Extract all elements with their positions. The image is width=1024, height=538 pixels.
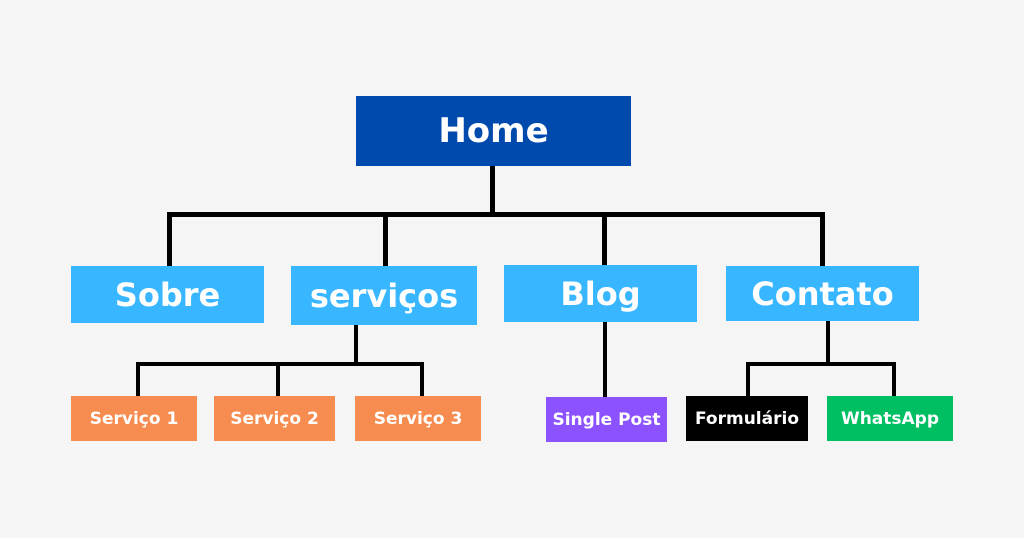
node-single-post: Single Post (546, 397, 667, 442)
node-formulario-label: Formulário (695, 408, 799, 429)
node-servicos-label: serviços (309, 276, 459, 315)
connector-level1-bus (167, 212, 825, 217)
node-servico-2-label: Serviço 2 (230, 408, 319, 429)
connector-servicos-stem (354, 325, 358, 365)
connector-contato-bus (746, 362, 896, 366)
node-blog-label: Blog (560, 274, 641, 313)
node-home-label: Home (438, 111, 549, 151)
node-whatsapp-label: WhatsApp (840, 408, 940, 429)
node-sobre: Sobre (71, 266, 264, 323)
node-servicos: serviços (291, 266, 477, 325)
connector-blog (602, 212, 607, 265)
connector-whatsapp (892, 362, 896, 396)
node-blog: Blog (504, 265, 697, 322)
connector-formulario (746, 362, 750, 396)
node-servico-2: Serviço 2 (214, 396, 335, 441)
connector-servico-2 (276, 362, 280, 396)
node-servico-3: Serviço 3 (355, 396, 481, 441)
node-sobre-label: Sobre (114, 275, 221, 314)
node-single-post-label: Single Post (552, 409, 661, 430)
connector-contato-stem (826, 321, 830, 365)
connector-servicos (383, 212, 388, 266)
node-servico-1-label: Serviço 1 (89, 408, 179, 429)
connector-single-post (603, 322, 607, 397)
node-contato: Contato (726, 266, 919, 321)
node-home: Home (356, 96, 631, 166)
connector-sobre (167, 212, 172, 266)
node-formulario: Formulário (686, 396, 808, 441)
connector-home-stem (490, 166, 495, 216)
connector-servico-1 (136, 362, 140, 396)
node-contato-label: Contato (751, 274, 894, 313)
connector-servico-3 (420, 362, 424, 396)
connector-servicos-bus (136, 362, 424, 366)
node-servico-1: Serviço 1 (71, 396, 197, 441)
connector-contato (820, 212, 825, 266)
node-servico-3-label: Serviço 3 (373, 408, 463, 429)
node-whatsapp: WhatsApp (827, 396, 953, 441)
